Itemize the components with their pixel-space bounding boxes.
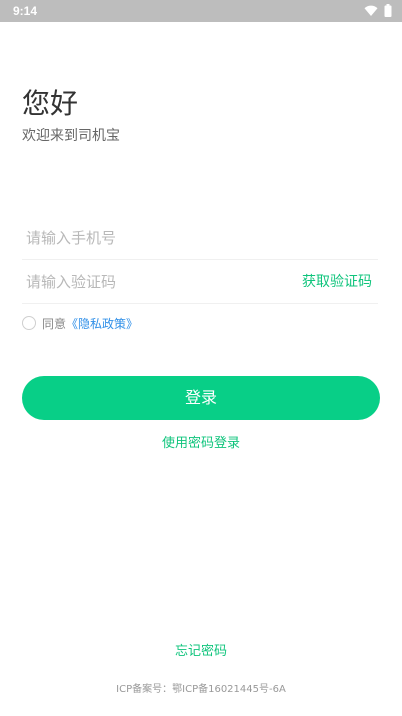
code-divider bbox=[22, 303, 378, 304]
agree-radio[interactable] bbox=[22, 316, 36, 330]
code-input-row: 获取验证码 bbox=[22, 260, 378, 304]
agreement-row: 同意 《隐私政策》 bbox=[22, 314, 138, 332]
phone-input[interactable] bbox=[26, 216, 366, 260]
battery-icon bbox=[384, 2, 392, 21]
status-time: 9:14 bbox=[13, 4, 38, 18]
verification-code-input[interactable] bbox=[26, 260, 276, 304]
status-bar: 9:14 bbox=[0, 0, 402, 22]
password-login-link[interactable]: 使用密码登录 bbox=[0, 434, 402, 454]
login-button[interactable]: 登录 bbox=[22, 376, 380, 420]
wifi-icon bbox=[364, 2, 378, 21]
status-icons bbox=[364, 2, 392, 21]
page-subtitle: 欢迎来到司机宝 bbox=[22, 128, 120, 144]
agree-label: 同意 bbox=[42, 316, 67, 331]
privacy-policy-link[interactable]: 《隐私政策》 bbox=[66, 315, 138, 332]
forgot-password-link[interactable]: 忘记密码 bbox=[0, 643, 402, 661]
phone-input-row bbox=[22, 216, 378, 260]
page-title: 您好 bbox=[22, 87, 79, 120]
get-code-button[interactable]: 获取验证码 bbox=[302, 260, 372, 304]
icp-record: ICP备案号：鄂ICP备16021445号-6A bbox=[116, 684, 286, 695]
